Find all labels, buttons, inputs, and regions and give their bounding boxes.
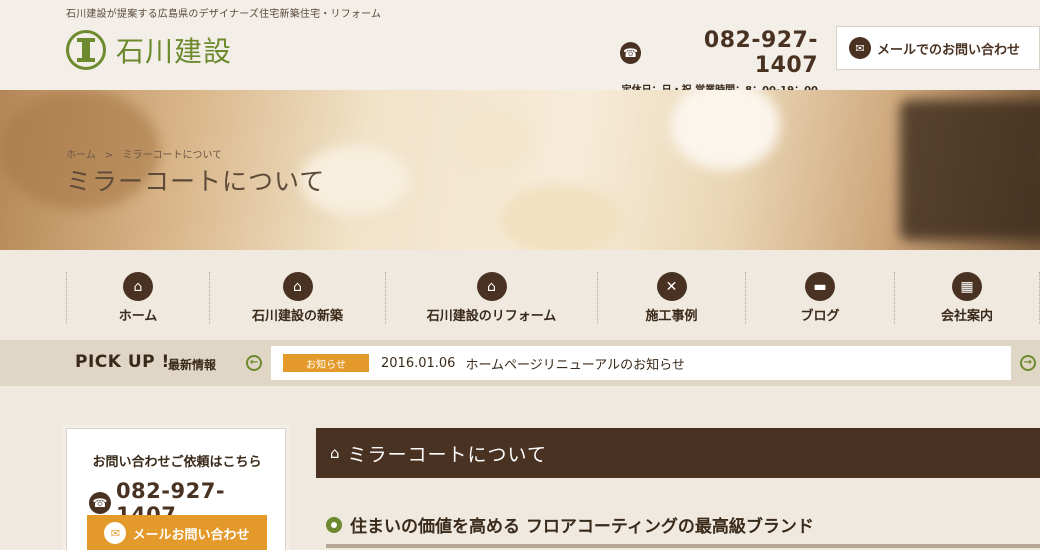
house-icon: ⌂	[282, 272, 313, 301]
sidebar-heading: お問い合わせご依頼はこちら	[92, 455, 262, 470]
phone-icon: ☎	[620, 42, 642, 64]
pickup-subtitle: 最新情報	[168, 358, 217, 372]
prev-arrow-icon[interactable]: ←	[246, 355, 262, 371]
nav-item-works[interactable]: ✕ 施工事例	[597, 272, 745, 324]
page-title: ミラーコートについて	[66, 167, 326, 196]
nav-label: 施工事例	[645, 309, 698, 324]
news-date: 2016.01.06	[381, 355, 456, 371]
tools-icon: ✕	[656, 272, 687, 301]
divider	[326, 544, 1040, 548]
chat-icon: ▬	[805, 272, 835, 301]
nav-item-company[interactable]: ▦ 会社案内	[894, 272, 1040, 324]
nav-label: ブログ	[800, 309, 840, 324]
envelope-icon: ✉	[849, 37, 871, 59]
news-tag-badge: お知らせ	[283, 354, 369, 372]
hero-blur-shape	[500, 185, 620, 250]
pickup-bar: PICK UP ! 最新情報 ← お知らせ 2016.01.06 ホームページリ…	[0, 340, 1040, 386]
header-mail-label: メールでのお問い合わせ	[877, 42, 1021, 58]
site-logo[interactable]: 石川建設	[66, 30, 232, 70]
hero-blur-shape	[670, 90, 780, 170]
next-arrow-icon[interactable]: →	[1020, 355, 1036, 371]
hero-banner: ホーム > ミラーコートについて ミラーコートについて	[0, 90, 1040, 250]
house-icon: ⌂	[330, 444, 340, 462]
envelope-icon: ✉	[104, 522, 127, 544]
phone-icon: ☎	[89, 492, 111, 514]
sidebar-mail-label: メールお問い合わせ	[132, 527, 250, 543]
nav-label: 石川建設のリフォーム	[426, 309, 557, 324]
breadcrumb: ホーム > ミラーコートについて	[66, 146, 228, 161]
site-header: 石川建設が提案する広島県のデザイナーズ住宅新築住宅・リフォーム 石川建設 ☎ 0…	[0, 0, 1040, 96]
logo-text: 石川建設	[116, 35, 233, 68]
breadcrumb-home[interactable]: ホーム	[66, 150, 96, 161]
nav-label: 石川建設の新築	[251, 309, 343, 324]
news-title[interactable]: ホームページリニューアルのお知らせ	[465, 354, 684, 373]
section-title: 住まいの価値を高める フロアコーティングの最高級ブランド	[350, 517, 814, 537]
nav-item-blog[interactable]: ▬ ブログ	[745, 272, 894, 324]
news-item[interactable]: お知らせ 2016.01.06 ホームページリニューアルのお知らせ	[271, 346, 1011, 380]
nav-item-home[interactable]: ⌂ ホーム	[66, 272, 209, 324]
contact-sidebar: お問い合わせご依頼はこちら ☎ 082-927-1407 ✉ メールお問い合わせ	[63, 425, 289, 550]
page-heading-bar: ⌂ ミラーコートについて	[316, 428, 1040, 478]
home-icon: ⌂	[123, 272, 153, 301]
nav-label: 会社案内	[940, 309, 993, 324]
nav-item-new-build[interactable]: ⌂ 石川建設の新築	[209, 272, 385, 324]
global-nav: ⌂ ホーム ⌂ 石川建設の新築 ⌂ 石川建設のリフォーム ✕ 施工事例 ▬ ブロ…	[66, 272, 1040, 324]
header-contact: ☎ 082-927-1407 定休日：日・祝 営業時間：8：00-19：00	[620, 28, 818, 96]
hero-blur-shape	[455, 110, 535, 170]
breadcrumb-separator: >	[104, 150, 114, 161]
building-icon: ▦	[952, 272, 982, 301]
sidebar-mail-button[interactable]: ✉ メールお問い合わせ	[87, 515, 267, 550]
page-heading: ミラーコートについて	[347, 443, 547, 466]
header-mail-button[interactable]: ✉ メールでのお問い合わせ	[836, 26, 1040, 70]
header-phone-number[interactable]: 082-927-1407	[646, 28, 818, 78]
bullet-icon	[326, 516, 342, 533]
site-tagline: 石川建設が提案する広島県のデザイナーズ住宅新築住宅・リフォーム	[66, 9, 382, 20]
hero-blur-shape	[900, 100, 1040, 240]
pickup-title: PICK UP !	[75, 352, 170, 372]
nav-label: ホーム	[118, 309, 158, 324]
breadcrumb-current: ミラーコートについて	[122, 150, 223, 161]
hands-house-icon: ⌂	[476, 272, 507, 301]
logo-mark-icon	[66, 30, 106, 70]
section-heading: 住まいの価値を高める フロアコーティングの最高級ブランド	[326, 512, 814, 537]
nav-item-reform[interactable]: ⌂ 石川建設のリフォーム	[385, 272, 597, 324]
